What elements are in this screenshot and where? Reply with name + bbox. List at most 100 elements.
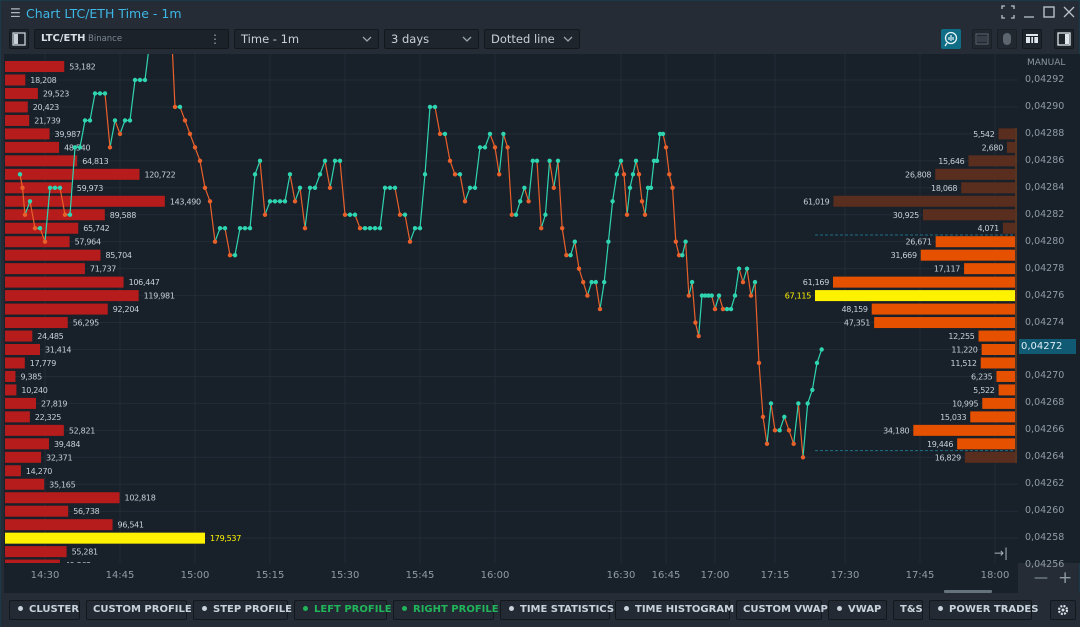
right-profile-bar (998, 384, 1015, 396)
time-tick: 14:30 (30, 570, 60, 581)
price-point (509, 212, 514, 217)
price-point (505, 145, 510, 150)
price-point (382, 185, 388, 190)
price-line-segment (607, 201, 614, 242)
window-title: Chart LTC/ETH Time - 1m (26, 6, 182, 21)
toggle-vwap-button[interactable]: VWAP (828, 600, 887, 620)
voice-chart-button[interactable] (941, 29, 961, 49)
axis-mode-label[interactable]: MANUAL (1027, 58, 1065, 68)
right-profile-label: 12,255 (948, 332, 974, 341)
price-point (127, 118, 133, 123)
price-axis[interactable]: MANUAL 0,04292 0,04290 0,04288 0,04286 0,042… (1018, 54, 1080, 570)
right-profile-label: 15,646 (938, 157, 964, 166)
price-point (786, 428, 792, 433)
right-profile-label: 61,169 (803, 278, 829, 287)
toggle-step-profile-button[interactable]: STEP PROFILE (193, 600, 292, 620)
toggle-t-s-button[interactable]: T&S (893, 600, 923, 620)
left-profile-bar (5, 330, 33, 342)
toggle-right-profile-button[interactable]: RIGHT PROFILE (393, 600, 499, 620)
left-profile-bar (5, 546, 67, 558)
scroll-to-latest-icon[interactable]: →| (994, 546, 1008, 560)
price-point (322, 158, 328, 164)
price-point (357, 226, 363, 231)
settings-button[interactable] (1050, 600, 1076, 620)
more-options-icon[interactable]: ⋮ (209, 32, 221, 46)
maximize-icon[interactable] (1041, 5, 1057, 21)
keyboard-icon (975, 33, 989, 45)
status-dot-icon (938, 606, 943, 611)
price-tick: 0,04278 (1025, 262, 1065, 274)
price-point (307, 185, 313, 190)
toggle-right-panel-button[interactable] (1054, 29, 1074, 49)
toggle-left-profile-button[interactable]: LEFT PROFILE (294, 600, 392, 620)
price-point (37, 226, 43, 231)
price-point (768, 401, 774, 406)
price-chart[interactable]: 53,18218,20829,52320,42321,73939,98748,5… (4, 54, 1018, 563)
time-tick: 17:00 (700, 570, 730, 581)
fullscreen-icon[interactable] (1000, 5, 1016, 21)
time-tick: 16:30 (606, 570, 636, 581)
price-point (242, 226, 248, 231)
left-profile-bar (5, 505, 69, 517)
status-dot-icon (18, 606, 23, 611)
toggle-custom-profile-button[interactable]: CUSTOM PROFILE (86, 600, 192, 620)
button-label: T&S (900, 604, 923, 615)
range-dropdown[interactable]: 3 days (384, 29, 479, 49)
left-profile-bar (5, 424, 64, 436)
price-line-segment (249, 174, 256, 229)
price-point (442, 131, 448, 137)
toggle-custom-vwap-button[interactable]: CUSTOM VWAP (736, 600, 828, 620)
symbol-selector[interactable]: LTC/ETH Binance ⋮ (34, 29, 229, 49)
price-point (760, 414, 766, 420)
toggle-power-trades-button[interactable]: POWER TRADES (929, 600, 1038, 620)
time-tick: 15:00 (180, 570, 210, 581)
price-point (297, 185, 303, 190)
toggle-time-statistics-button[interactable]: TIME STATISTICS (500, 600, 614, 620)
price-point (518, 199, 523, 204)
price-point (696, 333, 701, 339)
keyboard-button[interactable] (972, 29, 992, 49)
price-point (576, 266, 582, 271)
price-line-segment (419, 174, 426, 229)
time-axis[interactable]: 14:30 14:45 15:00 15:15 15:30 15:45 16:00 16:30… (4, 563, 1018, 593)
layout-button[interactable] (1022, 29, 1042, 49)
price-point (87, 118, 93, 123)
right-profile-label: 17,117 (934, 265, 960, 274)
price-point (177, 104, 183, 110)
timeframe-dropdown[interactable]: Time - 1m (234, 29, 379, 49)
left-profile-bar (5, 465, 21, 477)
right-profile-label: 4,071 (977, 224, 999, 233)
price-point (748, 293, 754, 298)
price-point (182, 118, 188, 123)
minimize-icon[interactable] (1021, 5, 1037, 21)
right-profile-bar (980, 357, 1015, 369)
left-profile-bar (5, 478, 45, 490)
price-point (352, 212, 358, 217)
mouse-button[interactable] (997, 29, 1017, 49)
hamburger-menu-icon[interactable]: ☰ (10, 6, 21, 20)
zoom-in-icon[interactable]: + (1058, 570, 1072, 587)
left-profile-label: 20,423 (33, 103, 59, 112)
left-profile-bar (5, 236, 70, 248)
toggle-cluster-button[interactable]: CLUSTER (9, 600, 80, 620)
price-line-segment (299, 187, 306, 229)
left-profile-bar (5, 411, 30, 423)
price-point (267, 199, 273, 204)
right-profile-bar (981, 344, 1015, 355)
chart-style-dropdown[interactable]: Dotted line (484, 29, 580, 49)
price-point (32, 226, 38, 231)
price-line-segment (766, 403, 772, 444)
left-profile-label: 64,813 (82, 157, 108, 166)
right-profile-label: 16,829 (935, 453, 961, 462)
time-tick: 16:45 (651, 570, 681, 581)
close-icon[interactable] (1061, 5, 1077, 21)
chart-plot-area[interactable]: 53,182 18,208 29,523 20,423 21,739 39,987 48,5… (4, 54, 1018, 563)
zoom-out-icon[interactable]: — (1034, 571, 1048, 585)
gear-icon (1057, 604, 1069, 616)
price-line-segment (603, 241, 609, 283)
right-profile-bar (833, 276, 1015, 288)
left-profile-label: 9,385 (20, 372, 42, 381)
toggle-time-histogram-button[interactable]: TIME HISTOGRAM (615, 600, 734, 620)
toggle-left-panel-button[interactable] (9, 29, 29, 49)
price-tick: 0,04280 (1025, 235, 1065, 247)
